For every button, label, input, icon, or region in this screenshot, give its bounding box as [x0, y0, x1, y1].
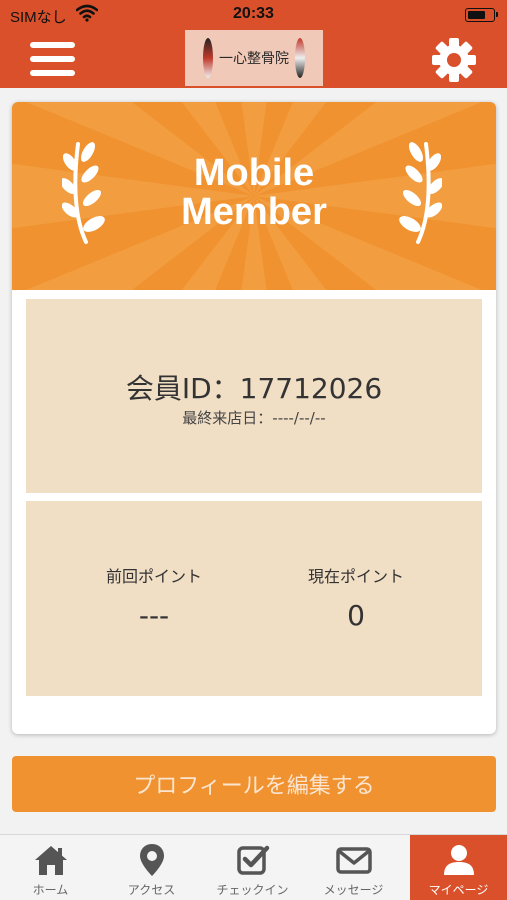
tab-message-label: メッセージ — [323, 883, 384, 897]
logo-text: 一心整骨院 — [219, 51, 289, 67]
tab-access-label: アクセス — [127, 883, 176, 897]
tab-mypage-label: マイページ — [428, 883, 489, 897]
tab-access[interactable]: アクセス — [101, 835, 202, 900]
envelope-icon — [303, 843, 404, 877]
previous-points: 前回ポイント --- — [54, 563, 254, 632]
tab-home[interactable]: ホーム — [0, 835, 101, 900]
points-panel: 前回ポイント --- 現在ポイント 0 — [26, 501, 482, 696]
previous-points-value: --- — [138, 599, 170, 632]
tab-home-label: ホーム — [32, 883, 69, 897]
current-points-label: 現在ポイント — [307, 567, 404, 586]
hamburger-menu-icon[interactable] — [30, 42, 75, 76]
edit-profile-button[interactable]: プロフィールを編集する — [12, 756, 496, 812]
user-icon — [410, 843, 507, 877]
gear-icon[interactable] — [430, 36, 478, 84]
last-visit-date: 最終来店日：----/--/-- — [182, 409, 326, 427]
member-card: Mobile Member 会員ID：17712026 最終来店日：----/-… — [12, 102, 496, 734]
shop-logo: 一心整骨院 — [185, 30, 323, 86]
current-points-value: 0 — [347, 599, 365, 632]
battery-icon — [465, 8, 498, 22]
tab-checkin-label: チェックイン — [216, 883, 289, 897]
member-id-panel: 会員ID：17712026 最終来店日：----/--/-- — [26, 299, 482, 493]
previous-points-label: 前回ポイント — [105, 567, 202, 586]
koi-icon — [203, 38, 213, 78]
status-bar: SIMなし 20:33 — [0, 0, 507, 30]
tab-mypage[interactable]: マイページ — [410, 835, 507, 900]
tab-checkin[interactable]: チェックイン — [202, 835, 303, 900]
map-pin-icon — [101, 843, 202, 877]
member-card-header: Mobile Member — [12, 102, 496, 290]
laurel-right-icon — [399, 142, 442, 244]
checkbox-icon — [202, 843, 303, 877]
current-points: 現在ポイント 0 — [256, 563, 456, 632]
koi-icon — [295, 38, 305, 78]
clock: 20:33 — [233, 5, 274, 22]
member-id: 会員ID：17712026 — [125, 372, 383, 405]
nav-bar: 一心整骨院 — [0, 30, 507, 88]
tab-message[interactable]: メッセージ — [303, 835, 404, 900]
home-icon — [0, 843, 101, 877]
tab-bar: ホーム アクセス チェックイン メッセージ マイページ — [0, 834, 507, 900]
